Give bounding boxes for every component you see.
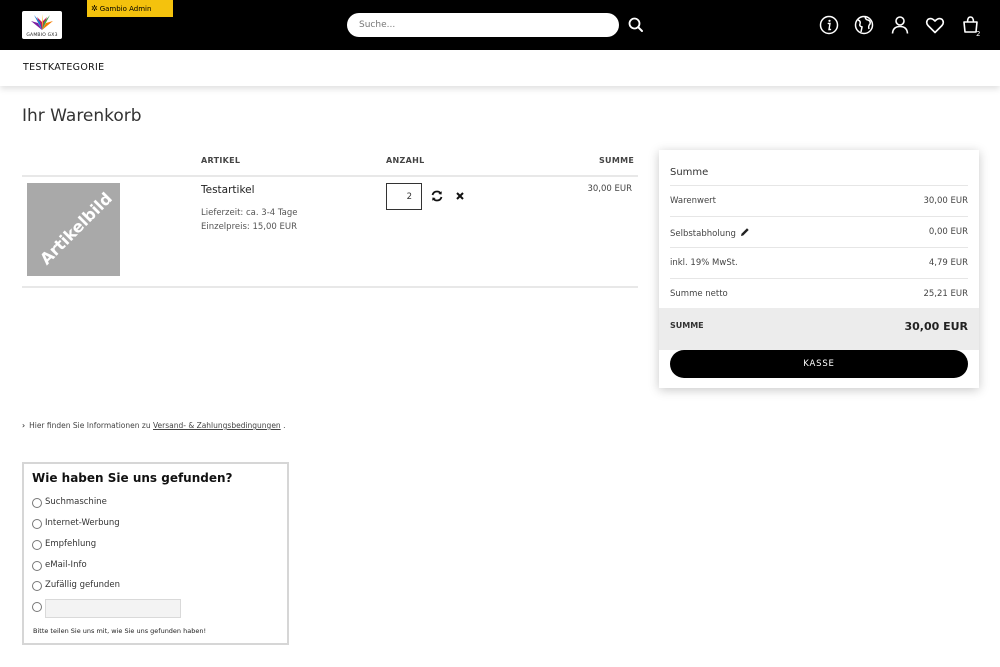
product-unit-price: Einzelpreis: 15,00 EUR [201,222,297,232]
summary-title: Summe [670,167,709,178]
info-suffix: . [283,421,286,430]
summary-row-goods-value: Warenwert 30,00 EUR [670,185,968,216]
survey-option-label[interactable]: Internet-Werbung [45,518,120,528]
admin-badge-label: Gambio Admin [99,5,152,13]
radio-button[interactable] [32,519,42,529]
header-bar: GAMBIO GX3 ✲Gambio Admin 2 [0,0,1000,50]
info-prefix: Hier finden Sie Informationen zu [29,421,151,430]
table-divider [22,175,638,177]
survey-option-label[interactable]: Zufällig gefunden [45,580,120,590]
heart-icon[interactable] [924,14,946,36]
survey-option-label[interactable]: Suchmaschine [45,497,107,507]
radio-button[interactable] [32,498,42,508]
summary-label: Selbstabholung [670,229,736,239]
search-box [347,13,619,37]
summary-value: 4,79 EUR [928,258,968,268]
quantity-input[interactable] [386,183,422,210]
survey-box: Wie haben Sie uns gefunden? Suchmaschine… [22,462,289,645]
summary-row-vat: inkl. 19% MwSt. 4,79 EUR [670,247,968,278]
survey-other-input[interactable] [45,599,181,618]
chevron-right-icon: › [22,421,26,430]
total-label: SUMME [670,321,704,330]
column-header-sum: SUMME [599,156,635,165]
summary-value: 25,21 EUR [923,289,968,299]
logo-text: GAMBIO GX3 [26,33,58,38]
table-divider [22,286,638,288]
summary-value: 30,00 EUR [923,196,968,206]
user-icon[interactable] [889,14,911,36]
cart-count-badge: 2 [976,30,981,38]
refresh-icon[interactable] [430,189,444,203]
category-nav: TESTKATEGORIE [0,50,1000,86]
logo-flower-icon [31,14,53,30]
summary-label: Summe netto [670,289,728,299]
product-delivery-time: Lieferzeit: ca. 3-4 Tage [201,208,298,218]
radio-button[interactable] [32,602,42,612]
product-name[interactable]: Testartikel [201,184,255,196]
shop-logo[interactable]: GAMBIO GX3 [22,11,62,39]
summary-total: SUMME 30,00 EUR [659,308,979,350]
summary-row-shipping: Selbstabholung 0,00 EUR [670,216,968,247]
radio-button[interactable] [32,561,42,571]
shipping-terms-link[interactable]: Versand- & Zahlungsbedingungen [153,421,281,430]
pencil-icon[interactable] [740,227,750,237]
checkout-button[interactable]: KASSE [670,350,968,378]
gear-icon: ✲ [91,4,98,13]
survey-note: Bitte teilen Sie uns mit, wie Sie uns ge… [33,627,207,635]
summary-label: inkl. 19% MwSt. [670,258,738,268]
nav-item-testkategorie[interactable]: TESTKATEGORIE [23,62,104,73]
total-value: 30,00 EUR [904,320,968,333]
globe-icon[interactable] [853,14,875,36]
survey-title: Wie haben Sie uns gefunden? [32,471,233,485]
line-total: 30,00 EUR [587,184,632,194]
radio-button[interactable] [32,581,42,591]
admin-badge[interactable]: ✲ Gambio Admin [87,0,173,17]
order-summary: Summe Warenwert 30,00 EUR Selbstabholung… [659,150,979,388]
remove-icon[interactable] [454,190,466,202]
summary-label: Warenwert [670,196,717,206]
radio-button[interactable] [32,540,42,550]
column-header-quantity: ANZAHL [386,156,425,165]
survey-option-label[interactable]: eMail-Info [45,560,87,570]
page-title: Ihr Warenkorb [22,106,142,126]
search-icon[interactable] [626,15,646,35]
product-image[interactable]: Artikelbild [27,183,120,276]
search-input[interactable] [359,13,609,37]
shipping-info: › Hier finden Sie Informationen zu Versan… [22,421,285,430]
column-header-article: ARTIKEL [201,156,241,165]
summary-row-net: Summe netto 25,21 EUR [670,278,968,309]
summary-value: 0,00 EUR [928,227,968,237]
info-icon[interactable] [818,14,840,36]
survey-option-label[interactable]: Empfehlung [45,539,96,549]
product-image-label: Artikelbild [36,188,116,269]
